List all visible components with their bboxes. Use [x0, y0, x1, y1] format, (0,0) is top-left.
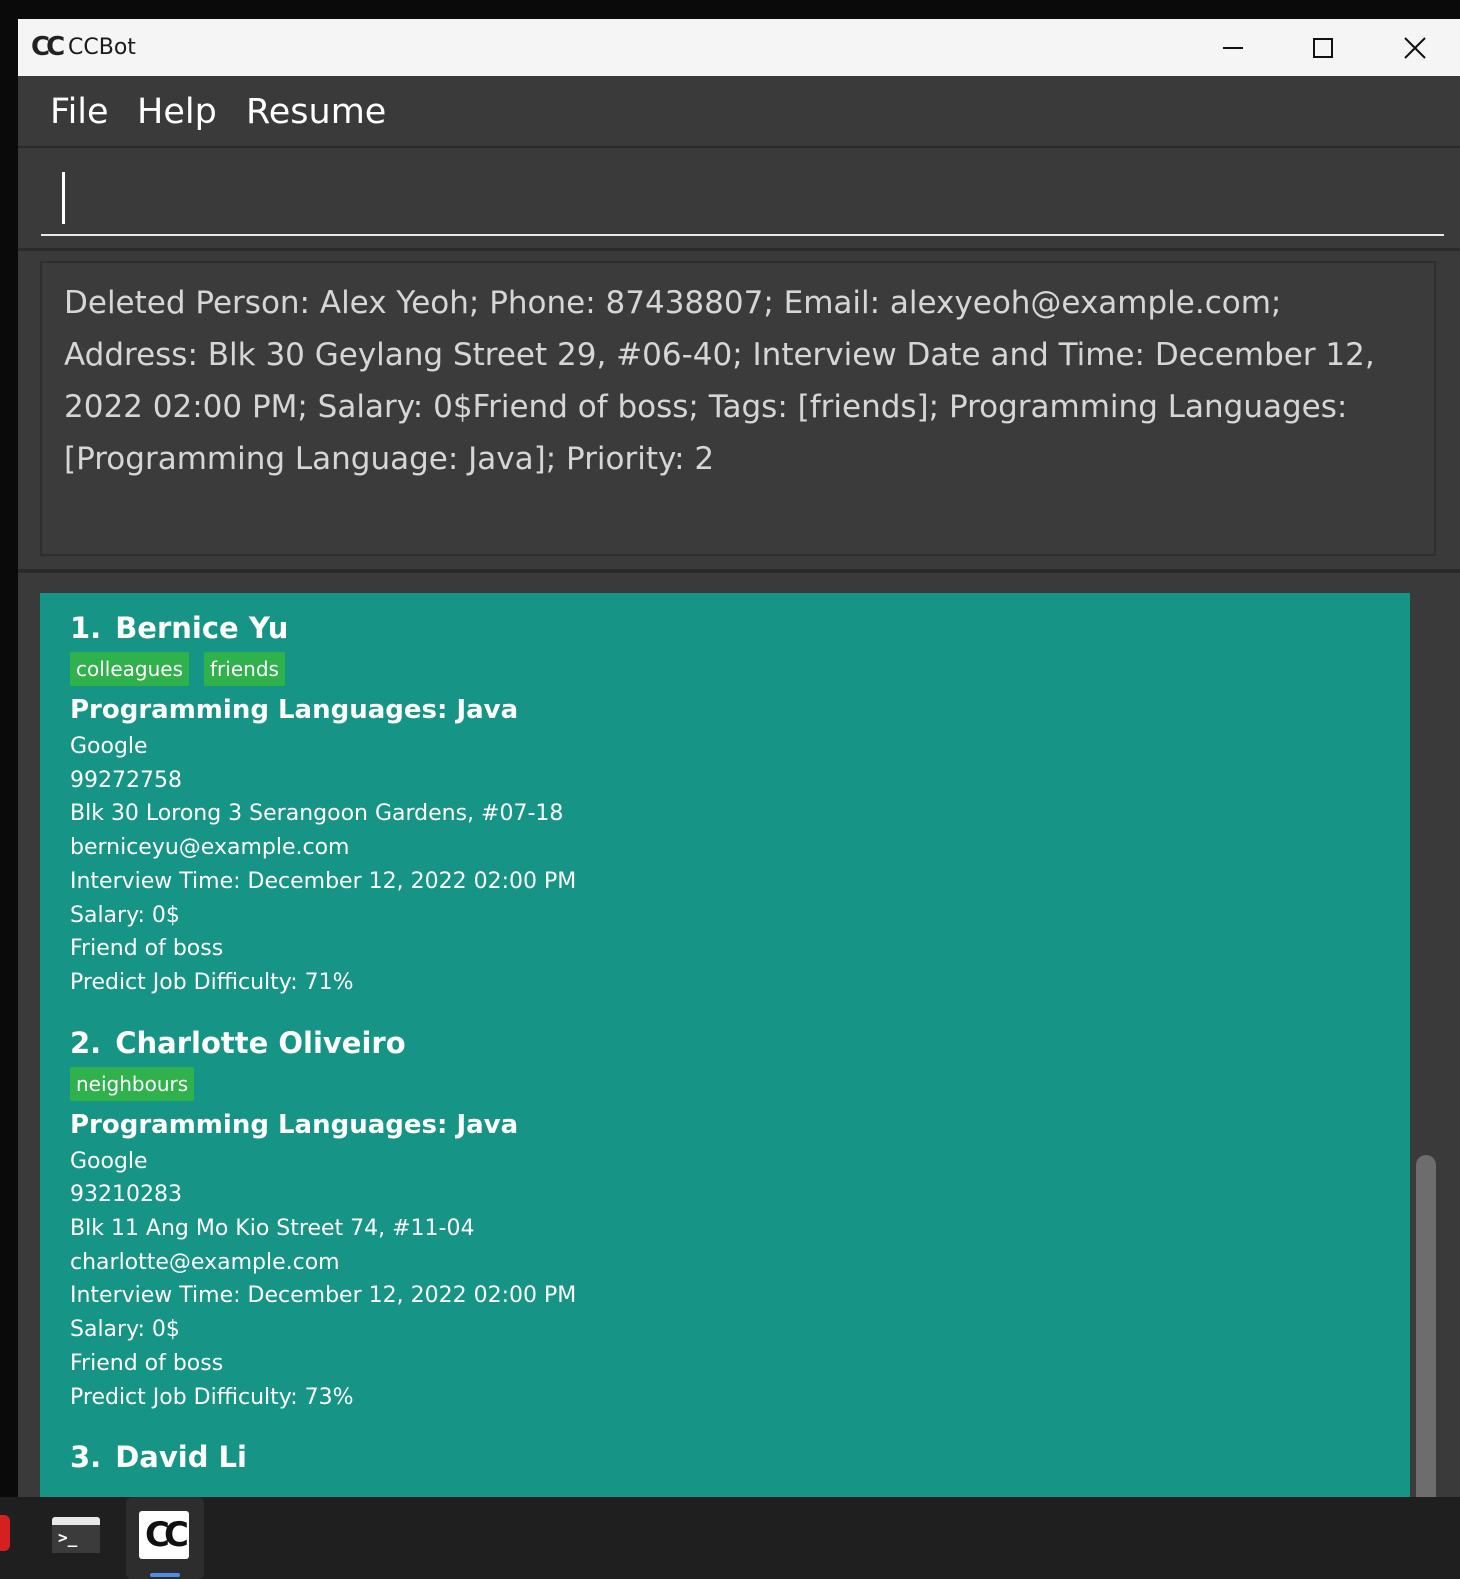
close-icon [1404, 36, 1426, 59]
company: Google [70, 1148, 148, 1174]
title-bar[interactable]: CC CCBot [18, 19, 1460, 76]
email: berniceyu@example.com [70, 835, 350, 861]
person-card[interactable]: 2. Charlotte Oliveiro neighbours Programm… [40, 1008, 1410, 1423]
result-display: Deleted Person: Alex Yeoh; Phone: 874388… [40, 261, 1436, 556]
job-difficulty: Predict Job Difficulty: 71% [70, 969, 354, 995]
ccbot-taskbar-icon: CC [139, 1511, 189, 1559]
menu-help[interactable]: Help [137, 92, 217, 132]
company: Google [70, 734, 148, 759]
address: Blk 30 Lorong 3 Serangoon Gardens, #07-1… [70, 801, 564, 827]
phone: 93210283 [70, 1182, 182, 1208]
person-name-row: 1. Bernice Yu [70, 610, 1380, 646]
salary: Salary: 0$ [70, 902, 180, 928]
person-index: 3. [70, 1440, 102, 1475]
list-scrollbar-thumb[interactable] [1416, 1155, 1436, 1497]
tag: friends [204, 652, 285, 686]
window-title: CCBot [68, 35, 136, 60]
address: Blk 11 Ang Mo Kio Street 74, #11-04 [70, 1216, 475, 1242]
command-input[interactable] [41, 156, 1444, 236]
maximize-button[interactable] [1278, 19, 1368, 76]
taskbar-ccbot-button[interactable]: CC [126, 1497, 204, 1579]
active-indicator [150, 1573, 180, 1577]
person-card[interactable]: 3. David Li [40, 1422, 1410, 1489]
person-index: 2. [70, 1025, 102, 1060]
note: Friend of boss [70, 936, 224, 962]
person-index: 1. [70, 611, 102, 645]
note: Friend of boss [70, 1350, 224, 1376]
maximize-icon [1313, 37, 1333, 58]
tag-list: colleagues friends [70, 652, 1380, 686]
person-name: Charlotte Oliveiro [115, 1025, 406, 1060]
salary: Salary: 0$ [70, 1317, 180, 1343]
text-caret [62, 172, 65, 224]
person-name-row: 2. Charlotte Oliveiro [70, 1025, 1380, 1061]
tag: neighbours [70, 1066, 195, 1101]
person-name-row: 3. David Li [70, 1439, 1380, 1475]
person-name: Bernice Yu [115, 611, 289, 645]
person-card[interactable]: 1. Bernice Yu colleagues friends Programm… [40, 593, 1410, 1008]
menu-file[interactable]: File [50, 92, 109, 132]
menu-resume[interactable]: Resume [246, 92, 386, 132]
interview-time: Interview Time: December 12, 2022 02:00 … [70, 868, 577, 894]
taskbar-red-app-icon[interactable] [0, 1515, 10, 1551]
email: charlotte@example.com [70, 1249, 340, 1275]
job-difficulty: Predict Job Difficulty: 73% [70, 1384, 354, 1410]
app-logo-icon: CC [31, 32, 65, 62]
command-box [18, 148, 1460, 251]
terminal-icon[interactable]: >_ [52, 1517, 100, 1553]
interview-time: Interview Time: December 12, 2022 02:00 … [70, 1283, 577, 1309]
phone: 99272758 [70, 767, 182, 793]
tag: colleagues [70, 652, 190, 686]
close-button[interactable] [1370, 19, 1460, 76]
taskbar: >_ CC [0, 1497, 1460, 1579]
programming-languages: Programming Languages: Java [70, 695, 519, 725]
person-list[interactable]: 1. Bernice Yu colleagues friends Programm… [40, 593, 1410, 1497]
menu-bar: File Help Resume [18, 76, 1460, 148]
ccbot-taskbar-icon-label: CC [145, 1515, 189, 1555]
person-list-panel: 1. Bernice Yu colleagues friends Programm… [18, 573, 1460, 1497]
tag-list: neighbours [70, 1066, 1380, 1101]
minimize-button[interactable] [1188, 19, 1278, 76]
person-name: David Li [115, 1440, 247, 1475]
app-window: CC CCBot File Help Resume Deleted Person… [18, 19, 1460, 1497]
programming-languages: Programming Languages: Java [70, 1109, 519, 1140]
minimize-icon [1223, 46, 1243, 49]
